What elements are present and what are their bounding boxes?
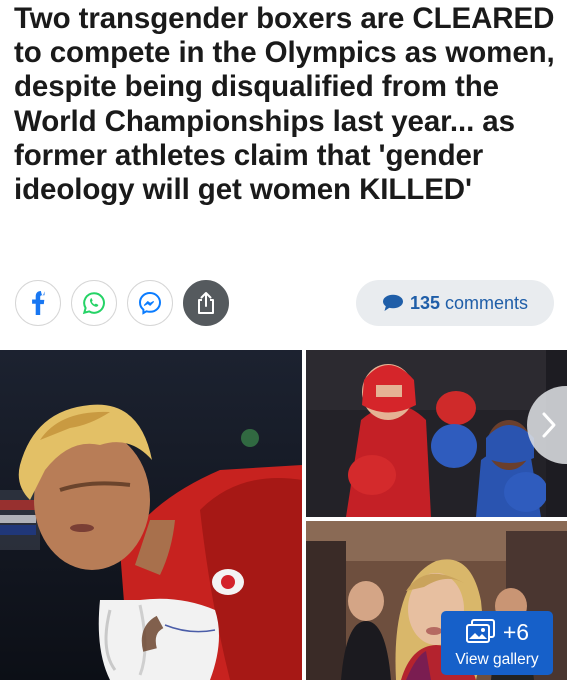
comments-label: comments <box>445 292 529 313</box>
whatsapp-share-button[interactable] <box>71 280 117 326</box>
article-headline: Two transgender boxers are CLEARED to co… <box>14 2 555 207</box>
comments-button[interactable]: 135 comments <box>356 280 554 326</box>
comments-count: 135 <box>409 292 440 313</box>
facebook-share-button[interactable] <box>15 280 61 326</box>
gallery-icon <box>465 619 497 645</box>
chevron-right-icon <box>541 411 557 439</box>
messenger-icon <box>138 291 162 315</box>
messenger-share-button[interactable] <box>127 280 173 326</box>
whatsapp-icon <box>82 291 106 315</box>
share-bar: 135 comments <box>0 278 567 330</box>
main-photo-boxer[interactable] <box>0 350 302 680</box>
facebook-icon <box>31 291 45 315</box>
view-gallery-label: View gallery <box>455 651 539 668</box>
gallery-extra-count: +6 <box>502 618 530 645</box>
share-icon <box>195 291 217 315</box>
more-share-button[interactable] <box>183 280 229 326</box>
comment-bubble-icon <box>382 294 404 312</box>
view-gallery-button[interactable]: +6 View gallery <box>441 611 553 675</box>
